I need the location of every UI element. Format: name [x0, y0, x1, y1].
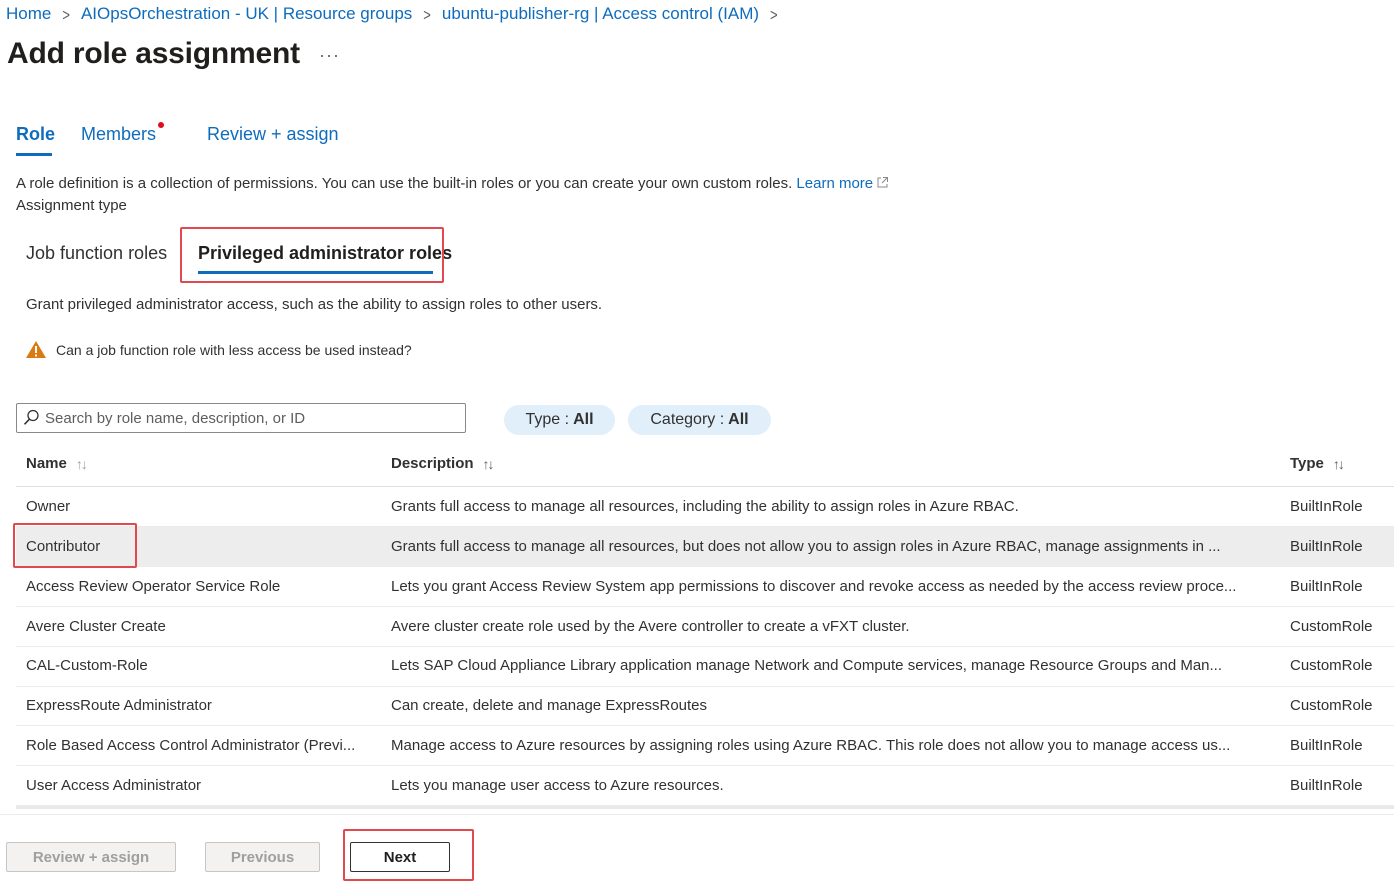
footer-divider — [0, 814, 1394, 815]
column-header-name[interactable]: Name ↑↓ — [26, 455, 88, 472]
breadcrumb: Home > AIOpsOrchestration - UK | Resourc… — [6, 4, 789, 24]
role-definition-intro: A role definition is a collection of per… — [16, 175, 889, 193]
assignment-type-label: Assignment type — [16, 197, 127, 214]
table-row-selected[interactable]: Contributor Grants full access to manage… — [16, 527, 1394, 567]
type-filter-pill[interactable]: Type : All — [504, 405, 615, 435]
column-header-name-label: Name — [26, 455, 67, 472]
highlight-box-next — [343, 829, 474, 881]
previous-button[interactable]: Previous — [205, 842, 320, 872]
review-assign-button[interactable]: Review + assign — [6, 842, 176, 872]
search-icon — [23, 409, 40, 431]
breadcrumb-access-control[interactable]: ubuntu-publisher-rg | Access control (IA… — [442, 4, 759, 24]
role-name: Owner — [26, 498, 71, 515]
table-row[interactable]: Avere Cluster Create Avere cluster creat… — [16, 607, 1394, 647]
role-type: CustomRole — [1290, 697, 1373, 714]
warning-text: Can a job function role with less access… — [56, 342, 412, 358]
role-name: ExpressRoute Administrator — [26, 697, 212, 714]
category-filter-pill[interactable]: Category : All — [628, 405, 771, 435]
intro-text: A role definition is a collection of per… — [16, 175, 793, 192]
search-box — [16, 403, 466, 433]
table-row[interactable]: ExpressRoute Administrator Can create, d… — [16, 686, 1394, 726]
highlight-box-contributor — [13, 523, 137, 568]
role-description: Lets SAP Cloud Appliance Library applica… — [391, 657, 1223, 674]
required-indicator-dot — [158, 122, 164, 128]
role-description: Lets you grant Access Review System app … — [391, 578, 1237, 595]
table-row[interactable]: User Access Administrator Lets you manag… — [16, 766, 1394, 806]
tab-review-assign[interactable]: Review + assign — [207, 124, 339, 145]
learn-more-link[interactable]: Learn more — [796, 175, 889, 192]
more-options-icon[interactable]: ··· — [319, 45, 340, 66]
breadcrumb-resource-groups[interactable]: AIOpsOrchestration - UK | Resource group… — [81, 4, 412, 24]
role-type: BuiltInRole — [1290, 538, 1363, 555]
category-filter-label: Category : — [650, 411, 725, 428]
privileged-description: Grant privileged administrator access, s… — [26, 296, 603, 313]
learn-more-label: Learn more — [796, 175, 874, 192]
subtab-job-function-roles[interactable]: Job function roles — [26, 243, 167, 264]
role-type: BuiltInRole — [1290, 737, 1363, 754]
page-title: Add role assignment — [7, 37, 300, 70]
chevron-right-icon: > — [423, 4, 431, 24]
tab-role[interactable]: Role — [16, 124, 55, 145]
role-type: BuiltInRole — [1290, 578, 1363, 595]
breadcrumb-home[interactable]: Home — [6, 4, 51, 24]
tab-role-underline — [16, 153, 52, 156]
column-header-description-label: Description — [391, 455, 474, 472]
role-name: User Access Administrator — [26, 777, 202, 794]
search-input[interactable] — [45, 406, 460, 430]
role-description: Grants full access to manage all resourc… — [391, 538, 1221, 555]
role-description: Can create, delete and manage ExpressRou… — [391, 697, 708, 714]
column-header-type-label: Type — [1290, 455, 1324, 472]
role-type: CustomRole — [1290, 618, 1373, 635]
role-name: Access Review Operator Service Role — [26, 578, 281, 595]
column-header-description[interactable]: Description ↑↓ — [391, 455, 495, 472]
type-filter-label: Type : — [525, 411, 570, 428]
table-scroll-edge — [16, 806, 1394, 809]
role-description: Grants full access to manage all resourc… — [391, 498, 1019, 515]
role-name: Role Based Access Control Administrator … — [26, 737, 356, 754]
sort-icon: ↑↓ — [482, 455, 495, 472]
chevron-right-icon: > — [62, 4, 70, 24]
table-row[interactable]: Access Review Operator Service Role Lets… — [16, 567, 1394, 607]
role-type: BuiltInRole — [1290, 777, 1363, 794]
role-name: CAL-Custom-Role — [26, 657, 148, 674]
sort-icon: ↑↓ — [75, 455, 88, 472]
table-row[interactable]: CAL-Custom-Role Lets SAP Cloud Appliance… — [16, 647, 1394, 687]
table-row[interactable]: Owner Grants full access to manage all r… — [16, 487, 1394, 527]
role-name: Avere Cluster Create — [26, 618, 166, 635]
category-filter-value: All — [728, 411, 749, 428]
type-filter-value: All — [573, 411, 594, 428]
sort-icon: ↑↓ — [1332, 455, 1345, 472]
highlight-box-privileged-tab — [180, 227, 444, 283]
role-type: BuiltInRole — [1290, 498, 1363, 515]
role-description: Manage access to Azure resources by assi… — [391, 737, 1231, 754]
table-row[interactable]: Role Based Access Control Administrator … — [16, 726, 1394, 766]
role-description: Avere cluster create role used by the Av… — [391, 618, 910, 635]
column-header-type[interactable]: Type ↑↓ — [1290, 455, 1345, 472]
warning-icon — [25, 340, 47, 364]
chevron-right-icon: > — [770, 4, 778, 24]
role-type: CustomRole — [1290, 657, 1373, 674]
role-description: Lets you manage user access to Azure res… — [391, 777, 724, 794]
external-link-icon — [876, 176, 889, 193]
tab-members[interactable]: Members — [81, 124, 156, 145]
